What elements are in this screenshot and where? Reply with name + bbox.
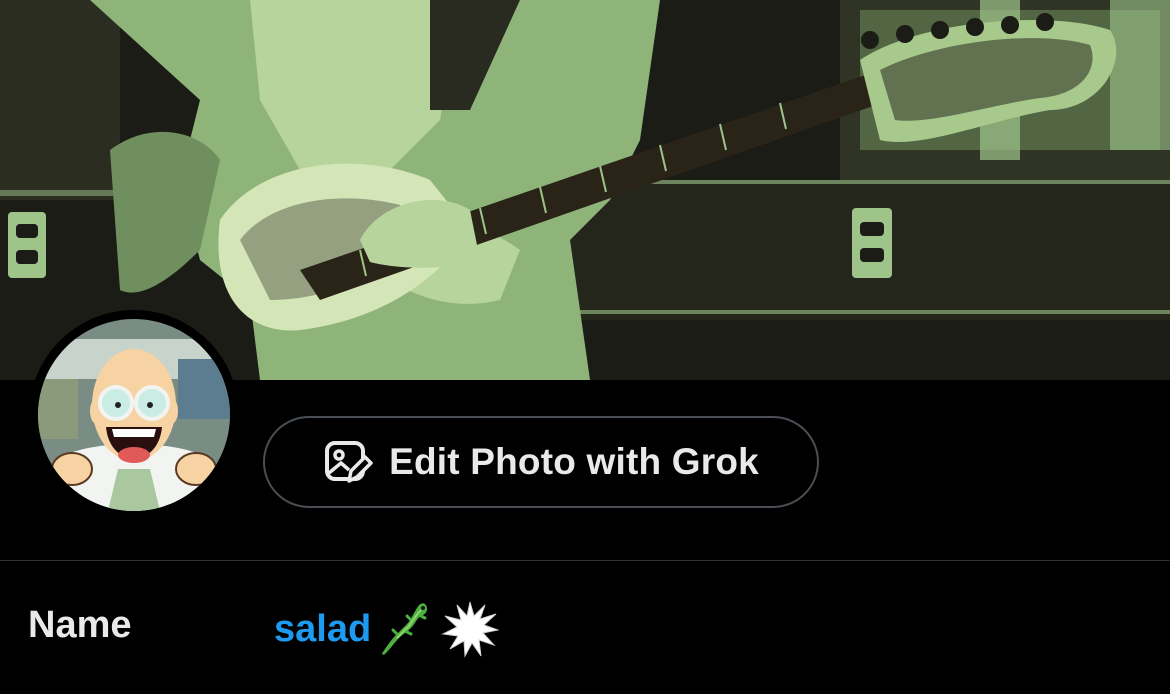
spark-burst-emoji <box>441 600 501 658</box>
edit-photo-with-grok-button[interactable]: Edit Photo with Grok <box>263 416 819 508</box>
lizard-emoji <box>377 600 435 658</box>
avatar[interactable] <box>29 310 239 520</box>
name-field-label: Name <box>28 604 132 646</box>
section-divider <box>0 560 1170 561</box>
image-edit-icon <box>323 437 373 487</box>
name-field-value[interactable]: salad <box>274 600 501 658</box>
edit-photo-with-grok-label: Edit Photo with Grok <box>389 441 759 482</box>
cartoon-professor-avatar <box>38 319 230 511</box>
name-field-text: salad <box>274 607 372 650</box>
